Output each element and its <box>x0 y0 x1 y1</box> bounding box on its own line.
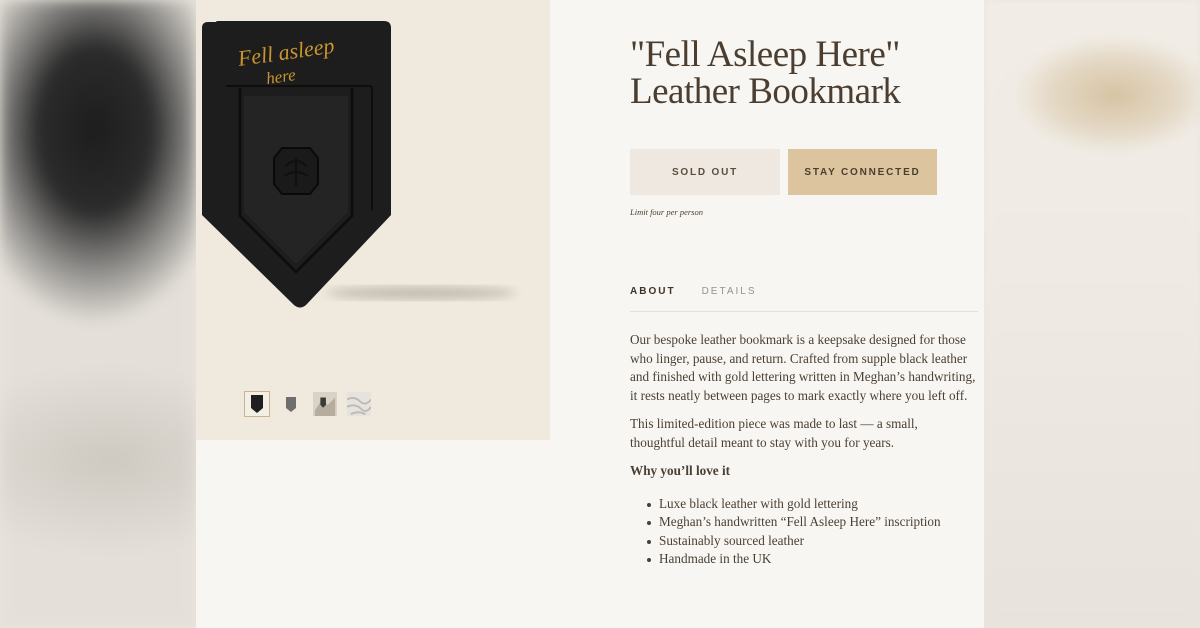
feature-item: Luxe black leather with gold lettering <box>642 495 976 514</box>
tab-details[interactable]: DETAILS <box>702 286 757 311</box>
feature-list: Luxe black leather with gold lettering M… <box>630 495 976 569</box>
tab-about[interactable]: ABOUT <box>630 286 676 311</box>
about-panel: Our bespoke leather bookmark is a keepsa… <box>630 331 976 569</box>
feature-item: Sustainably sourced leather <box>642 532 976 551</box>
product-title: "Fell Asleep Here" Leather Bookmark <box>630 34 901 112</box>
product-tabs: ABOUT DETAILS <box>630 286 978 312</box>
thumbnail-strip <box>244 391 372 417</box>
why-heading: Why you’ll love it <box>630 463 731 478</box>
product-image-bookmark: Fell asleep here <box>202 21 516 308</box>
product-gallery: Fell asleep here <box>196 0 550 440</box>
blurred-background-right <box>984 0 1200 628</box>
thumbnail-lifestyle-photo[interactable] <box>312 391 338 417</box>
about-paragraph: This limited-edition piece was made to l… <box>630 416 918 450</box>
thumbnail-texture-photo[interactable] <box>346 391 372 417</box>
bookmark-thumb-icon <box>251 395 263 413</box>
thumbnail-black-bookmark[interactable] <box>244 391 270 417</box>
texture-photo-icon <box>347 392 371 416</box>
bookmark-thumb-grey-icon <box>286 397 296 412</box>
product-page: Fell asleep here "Fell Asleep Here" Leat… <box>196 0 984 628</box>
sold-out-button[interactable]: SOLD OUT <box>630 149 780 195</box>
purchase-limit-note: Limit four per person <box>630 207 703 217</box>
blurred-background-left <box>0 0 196 628</box>
feature-item: Handmade in the UK <box>642 550 976 569</box>
stay-connected-button[interactable]: STAY CONNECTED <box>788 149 937 195</box>
lifestyle-photo-icon <box>313 392 337 416</box>
feature-item: Meghan’s handwritten “Fell Asleep Here” … <box>642 513 976 532</box>
thumbnail-grey-bookmark[interactable] <box>278 391 304 417</box>
about-paragraph: Our bespoke leather bookmark is a keepsa… <box>630 332 976 403</box>
